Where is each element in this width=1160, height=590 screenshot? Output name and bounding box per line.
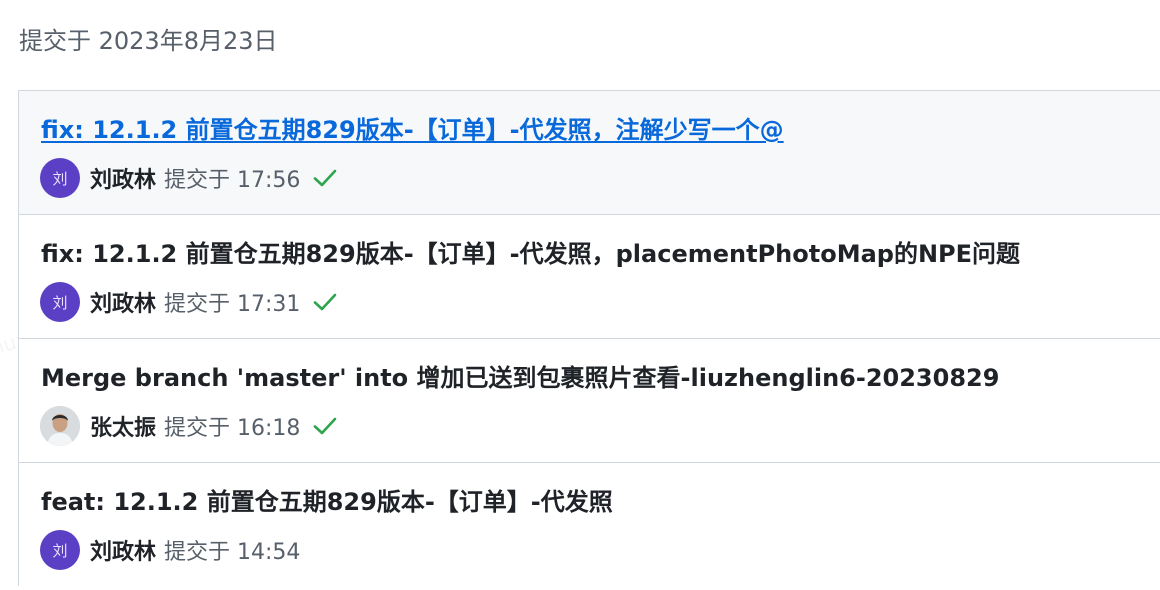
commit-title-link[interactable]: fix: 12.1.2 前置仓五期829版本-【订单】-代发照，注解少写一个@ — [41, 113, 784, 147]
commit-row[interactable]: fix: 12.1.2 前置仓五期829版本-【订单】-代发照，注解少写一个@ … — [19, 91, 1160, 215]
check-icon[interactable] — [312, 412, 340, 440]
date-group-header: 提交于 2023年8月23日 — [19, 27, 278, 55]
commit-meta: 刘 刘政林 提交于 14:54 — [40, 530, 300, 570]
commit-title-link[interactable]: feat: 12.1.2 前置仓五期829版本-【订单】-代发照 — [41, 485, 613, 519]
commit-meta: 刘 刘政林 提交于 17:31 — [40, 282, 340, 322]
commit-row[interactable]: feat: 12.1.2 前置仓五期829版本-【订单】-代发照 刘 刘政林 提… — [19, 463, 1160, 586]
commit-author[interactable]: 张太振 — [90, 410, 156, 442]
commit-time: 提交于 17:56 — [164, 168, 301, 193]
commit-row[interactable]: Merge branch 'master' into 增加已送到包裹照片查看-l… — [19, 339, 1160, 463]
commit-time: 提交于 16:18 — [164, 416, 301, 441]
avatar[interactable]: 刘 — [40, 282, 80, 322]
commit-author[interactable]: 刘政林 — [90, 534, 156, 566]
commit-title-link[interactable]: fix: 12.1.2 前置仓五期829版本-【订单】-代发照，placemen… — [41, 237, 1020, 271]
commit-author[interactable]: 刘政林 — [90, 162, 156, 194]
check-icon[interactable] — [312, 288, 340, 316]
commit-meta: 张太振 提交于 16:18 — [40, 406, 340, 446]
commit-time: 提交于 17:31 — [164, 292, 301, 317]
avatar[interactable]: 刘 — [40, 530, 80, 570]
commit-title-link[interactable]: Merge branch 'master' into 增加已送到包裹照片查看-l… — [41, 361, 999, 395]
check-icon[interactable] — [312, 164, 340, 192]
commit-author[interactable]: 刘政林 — [90, 286, 156, 318]
commit-history-page: 提交于 2023年8月23日 liuzhenglin6 liuzhenglin6… — [0, 0, 1160, 590]
commit-time: 提交于 14:54 — [164, 540, 301, 565]
commit-list: fix: 12.1.2 前置仓五期829版本-【订单】-代发照，注解少写一个@ … — [18, 90, 1160, 586]
avatar[interactable]: 刘 — [40, 158, 80, 198]
avatar-photo[interactable] — [40, 406, 80, 446]
commit-meta: 刘 刘政林 提交于 17:56 — [40, 158, 340, 198]
commit-row[interactable]: fix: 12.1.2 前置仓五期829版本-【订单】-代发照，placemen… — [19, 215, 1160, 339]
